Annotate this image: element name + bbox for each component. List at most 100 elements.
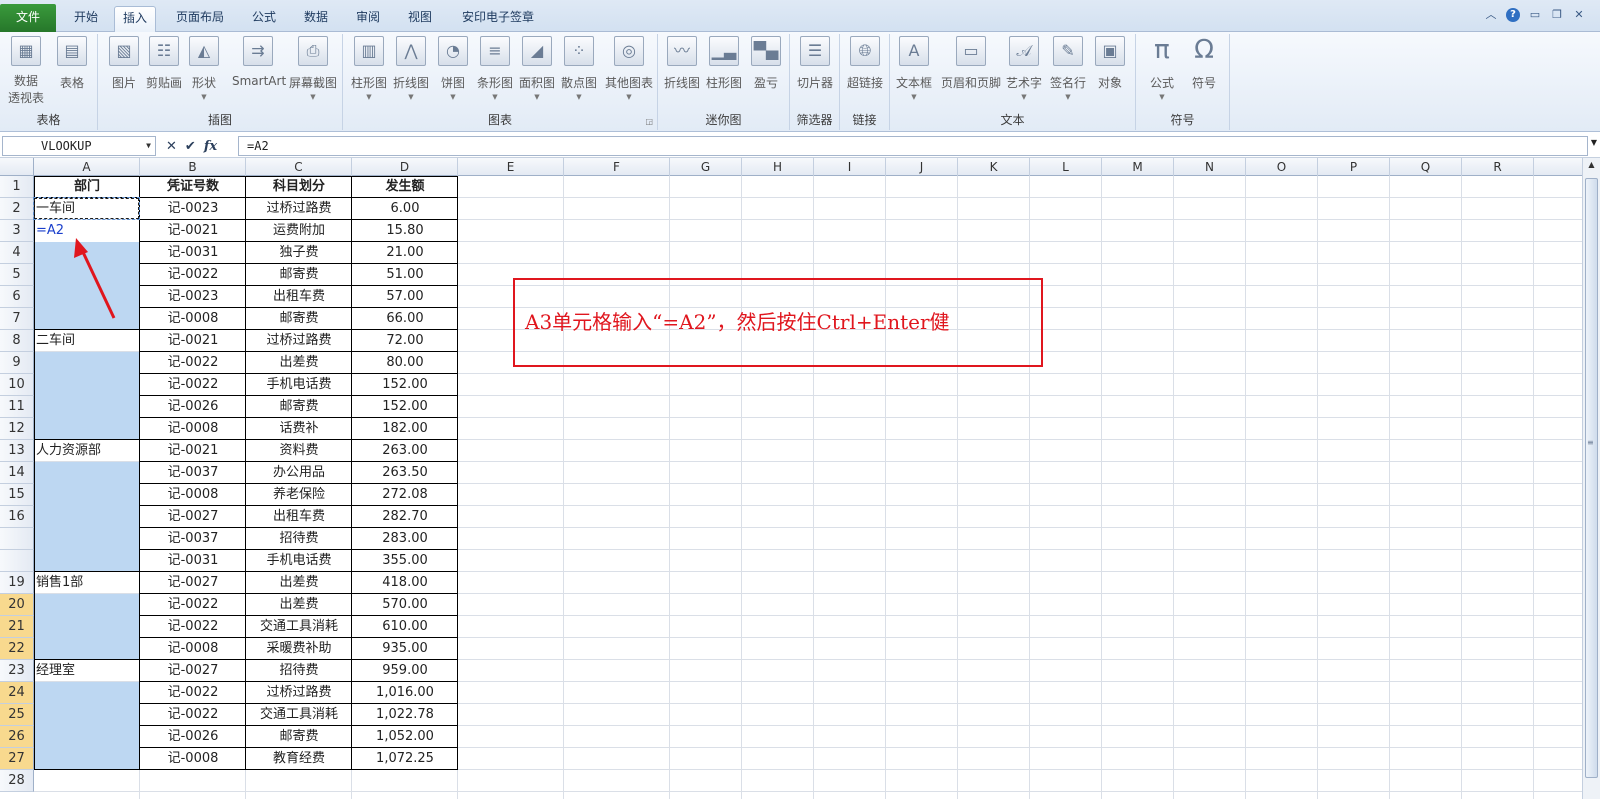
cell-amount[interactable]: 959.00 <box>352 660 458 682</box>
column-header-q[interactable]: Q <box>1390 158 1462 176</box>
cell-subject[interactable]: 采暖费补助 <box>246 638 352 660</box>
cell-voucher[interactable]: 记-0008 <box>140 484 246 506</box>
cell-amount[interactable]: 1,022.78 <box>352 704 458 726</box>
cell-amount[interactable]: 152.00 <box>352 396 458 418</box>
cells-area[interactable]: 部门 凭证号数 科目划分 发生额 一车间 记-0023 过桥过路费 6.00 =A2 记-0021… <box>33 176 1582 799</box>
cell-amount[interactable]: 66.00 <box>352 308 458 330</box>
cell-amount[interactable]: 21.00 <box>352 242 458 264</box>
cell-subject[interactable]: 手机电话费 <box>246 550 352 572</box>
object-button[interactable]: ▣ 对象 <box>1090 36 1130 91</box>
equation-button[interactable]: π 公式 ▼ <box>1142 36 1182 101</box>
header-cell-subject[interactable]: 科目划分 <box>246 176 352 198</box>
row-header[interactable] <box>0 550 34 572</box>
restore-icon[interactable]: ❐ <box>1550 8 1564 22</box>
dialog-launcher-icon[interactable]: ◲ <box>645 117 653 126</box>
column-header-a[interactable]: A <box>34 158 140 176</box>
cell-amount[interactable]: 1,016.00 <box>352 682 458 704</box>
row-header[interactable]: 7 <box>0 308 34 330</box>
cell-amount[interactable]: 80.00 <box>352 352 458 374</box>
tab-insert[interactable]: 插入 <box>114 6 157 32</box>
help-icon[interactable]: ? <box>1506 8 1520 22</box>
collapse-ribbon-icon[interactable]: ︿ <box>1484 8 1498 22</box>
row-header[interactable]: 11 <box>0 396 34 418</box>
row-header[interactable]: 12 <box>0 418 34 440</box>
cell-voucher[interactable]: 记-0022 <box>140 594 246 616</box>
column-header-i[interactable]: I <box>814 158 886 176</box>
cell-amount[interactable]: 570.00 <box>352 594 458 616</box>
cell-subject[interactable]: 养老保险 <box>246 484 352 506</box>
cell-amount[interactable]: 72.00 <box>352 330 458 352</box>
cell-voucher[interactable]: 记-0022 <box>140 682 246 704</box>
cell-dept[interactable] <box>36 396 138 418</box>
cell-amount[interactable]: 152.00 <box>352 374 458 396</box>
column-header-b[interactable]: B <box>140 158 246 176</box>
cell-voucher[interactable]: 记-0008 <box>140 638 246 660</box>
row-header[interactable]: 22 <box>0 638 34 660</box>
row-header[interactable] <box>0 528 34 550</box>
cell-amount[interactable]: 51.00 <box>352 264 458 286</box>
column-header-l[interactable]: L <box>1030 158 1102 176</box>
wordart-button[interactable]: 𝒜 艺术字 ▼ <box>1004 36 1044 101</box>
row-header[interactable]: 9 <box>0 352 34 374</box>
screenshot-button[interactable]: ⎙ 屏幕截图 ▼ <box>288 36 338 101</box>
cell-dept[interactable] <box>36 682 138 704</box>
cell-voucher[interactable]: 记-0023 <box>140 198 246 220</box>
cell-subject[interactable]: 手机电话费 <box>246 374 352 396</box>
enter-check-icon[interactable]: ✔ <box>185 139 196 154</box>
cell-dept[interactable] <box>36 704 138 726</box>
cell-amount[interactable]: 610.00 <box>352 616 458 638</box>
column-header-n[interactable]: N <box>1174 158 1246 176</box>
cell-amount[interactable]: 418.00 <box>352 572 458 594</box>
row-header[interactable]: 23 <box>0 660 34 682</box>
formula-input[interactable]: =A2 <box>238 136 1588 156</box>
name-box[interactable]: VLOOKUP ▼ <box>2 136 156 156</box>
cell-subject[interactable]: 邮寄费 <box>246 726 352 748</box>
cell-voucher[interactable]: 记-0022 <box>140 616 246 638</box>
cell-dept[interactable] <box>36 374 138 396</box>
header-cell-dept[interactable]: 部门 <box>34 176 140 198</box>
vertical-scrollbar[interactable]: ▲ ≡ <box>1582 158 1600 799</box>
cell-dept[interactable]: 人力资源部 <box>36 440 138 462</box>
column-header-c[interactable]: C <box>246 158 352 176</box>
tab-view[interactable]: 视图 <box>400 6 440 32</box>
tab-formulas[interactable]: 公式 <box>244 6 284 32</box>
scrollbar-thumb[interactable] <box>1585 178 1598 778</box>
cell-voucher[interactable]: 记-0008 <box>140 308 246 330</box>
header-footer-button[interactable]: ▭ 页眉和页脚 <box>940 36 1002 91</box>
cell-subject[interactable]: 出差费 <box>246 594 352 616</box>
row-header[interactable]: 15 <box>0 484 34 506</box>
row-header[interactable]: 20 <box>0 594 34 616</box>
cell-subject[interactable]: 招待费 <box>246 660 352 682</box>
signature-line-button[interactable]: ✎ 签名行 ▼ <box>1048 36 1088 101</box>
cell-voucher[interactable]: 记-0021 <box>140 220 246 242</box>
cell-subject[interactable]: 出租车费 <box>246 506 352 528</box>
row-header[interactable]: 26 <box>0 726 34 748</box>
cell-voucher[interactable]: 记-0027 <box>140 506 246 528</box>
cell-voucher[interactable]: 记-0022 <box>140 704 246 726</box>
cell-voucher[interactable]: 记-0037 <box>140 462 246 484</box>
expand-formula-icon[interactable]: ▼ <box>1588 138 1600 147</box>
minimize-icon[interactable]: ▭ <box>1528 8 1542 22</box>
slicer-button[interactable]: ☰ 切片器 <box>795 36 835 91</box>
column-chart-button[interactable]: ▥ 柱形图 ▼ <box>349 36 389 101</box>
row-header[interactable]: 5 <box>0 264 34 286</box>
row-header[interactable]: 16 <box>0 506 34 528</box>
row-header[interactable]: 1 <box>0 176 34 198</box>
cell-voucher[interactable]: 记-0022 <box>140 374 246 396</box>
hyperlink-button[interactable]: 🌐︎ 超链接 <box>845 36 885 91</box>
tab-home[interactable]: 开始 <box>66 6 106 32</box>
cell-dept[interactable] <box>36 594 138 616</box>
cell-subject[interactable]: 话费补 <box>246 418 352 440</box>
cell-subject[interactable]: 教育经费 <box>246 748 352 770</box>
row-header[interactable]: 2 <box>0 198 34 220</box>
cell-dept[interactable]: 二车间 <box>36 330 138 352</box>
cell-dept[interactable] <box>36 550 138 572</box>
header-cell-voucher[interactable]: 凭证号数 <box>140 176 246 198</box>
cell-dept[interactable] <box>36 616 138 638</box>
cell-voucher[interactable]: 记-0021 <box>140 330 246 352</box>
cell-voucher[interactable]: 记-0023 <box>140 286 246 308</box>
row-header[interactable]: 6 <box>0 286 34 308</box>
picture-button[interactable]: ▧ 图片 <box>104 36 144 91</box>
cell-amount[interactable]: 263.50 <box>352 462 458 484</box>
cell-dept[interactable]: 销售1部 <box>36 572 138 594</box>
